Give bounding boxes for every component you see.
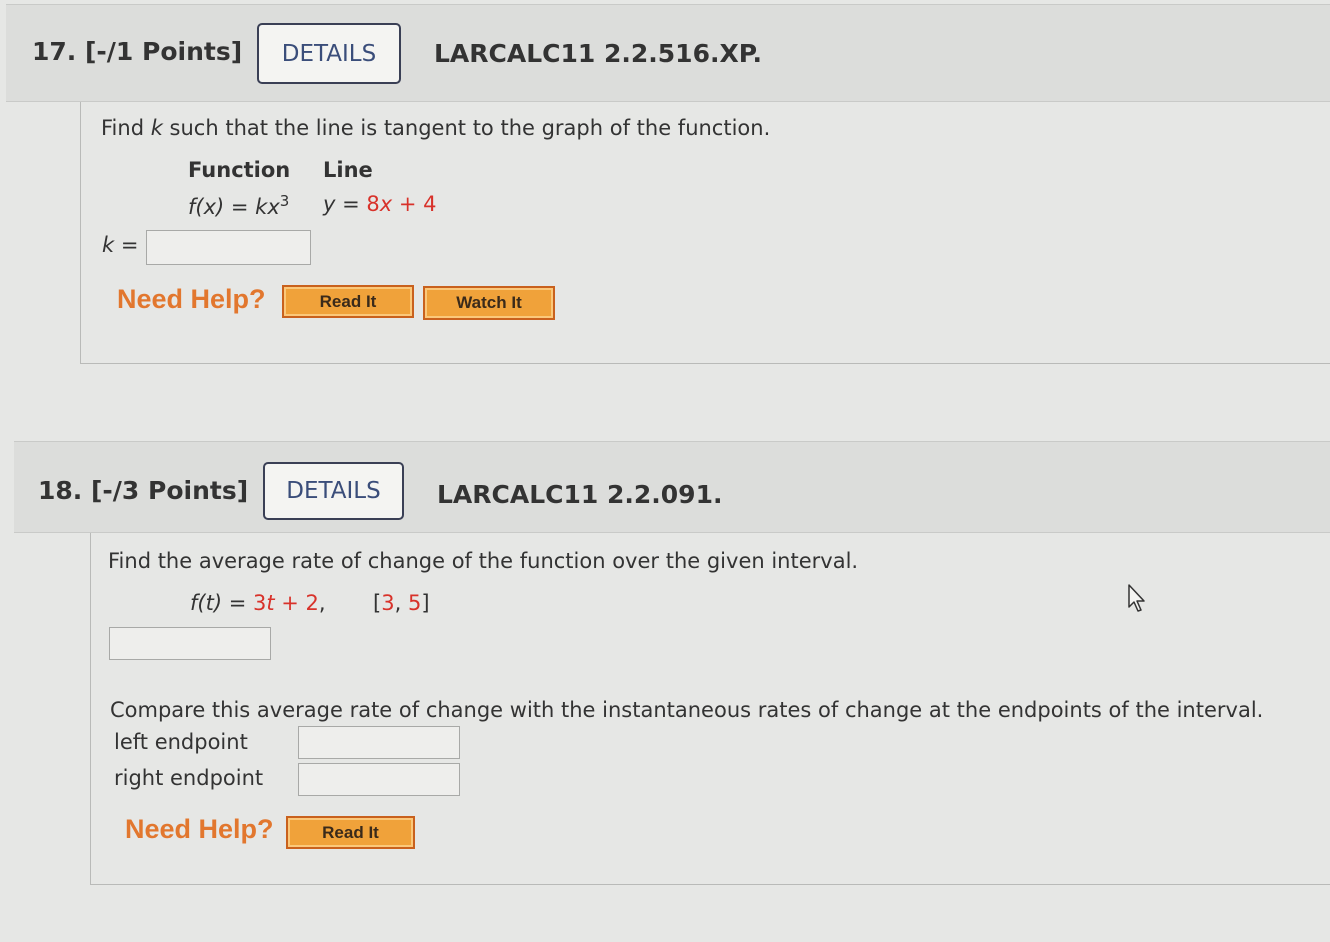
- line-text: y =: [323, 192, 367, 216]
- right-endpoint-input[interactable]: [298, 763, 460, 796]
- need-help-label: Need Help?: [117, 284, 266, 314]
- average-rate-function: f(t) = 3t + 2,: [190, 591, 326, 615]
- function-coefficient: 3: [252, 591, 267, 615]
- read-it-button[interactable]: Read It: [282, 285, 414, 318]
- column-header-line: Line: [323, 158, 373, 182]
- column-header-function: Function: [188, 158, 291, 182]
- compare-prompt: Compare this average rate of change with…: [110, 698, 1264, 722]
- question-18-prompt: Find the average rate of change of the f…: [108, 549, 859, 573]
- function-comma: ,: [318, 591, 326, 615]
- k-answer-label: k =: [102, 233, 139, 257]
- question-17-code: LARCALC11 2.2.516.XP.: [434, 39, 762, 68]
- function-expression: f(x) = kx3: [188, 192, 289, 219]
- question-18-header: 18. [-/3 Points] DETAILS LARCALC11 2.2.0…: [14, 441, 1330, 533]
- prompt-variable: k: [150, 116, 163, 140]
- prompt-text-end: such that the line is tangent to the gra…: [162, 116, 771, 140]
- need-help-label: Need Help?: [125, 814, 274, 844]
- interval-open: [: [373, 591, 382, 615]
- details-button[interactable]: DETAILS: [263, 462, 404, 520]
- interval-start: 3: [381, 591, 395, 615]
- line-middle: x +: [379, 192, 424, 216]
- k-answer-input[interactable]: [146, 230, 311, 265]
- interval-close: ]: [421, 591, 430, 615]
- function-text: f(x) = kx: [188, 195, 280, 219]
- question-18-code: LARCALC11 2.2.091.: [437, 480, 723, 509]
- question-17-title: 17. [-/1 Points]: [32, 37, 243, 66]
- question-17-header: 17. [-/1 Points] DETAILS LARCALC11 2.2.5…: [6, 4, 1330, 102]
- line-expression: y = 8x + 4: [323, 192, 437, 216]
- left-endpoint-input[interactable]: [298, 726, 460, 759]
- function-middle: t +: [266, 591, 306, 615]
- question-17-prompt: Find k such that the line is tangent to …: [101, 116, 770, 140]
- interval-end: 5: [407, 591, 422, 615]
- line-constant: 4: [423, 192, 437, 216]
- prompt-text: Find: [101, 116, 151, 140]
- right-endpoint-label: right endpoint: [114, 766, 264, 790]
- interval: [3, 5]: [373, 591, 430, 615]
- left-endpoint-label: left endpoint: [114, 730, 248, 754]
- mouse-pointer-icon: [1128, 584, 1145, 612]
- line-coefficient: 8: [366, 192, 380, 216]
- read-it-button[interactable]: Read It: [286, 816, 415, 849]
- function-text: f(t) =: [190, 591, 253, 615]
- watch-it-button[interactable]: Watch It: [423, 286, 555, 320]
- interval-separator: ,: [394, 591, 408, 615]
- function-exponent: 3: [279, 192, 290, 210]
- question-18-title: 18. [-/3 Points]: [38, 476, 249, 505]
- details-button[interactable]: DETAILS: [257, 23, 401, 84]
- average-rate-input[interactable]: [109, 627, 271, 660]
- function-constant: 2: [305, 591, 319, 615]
